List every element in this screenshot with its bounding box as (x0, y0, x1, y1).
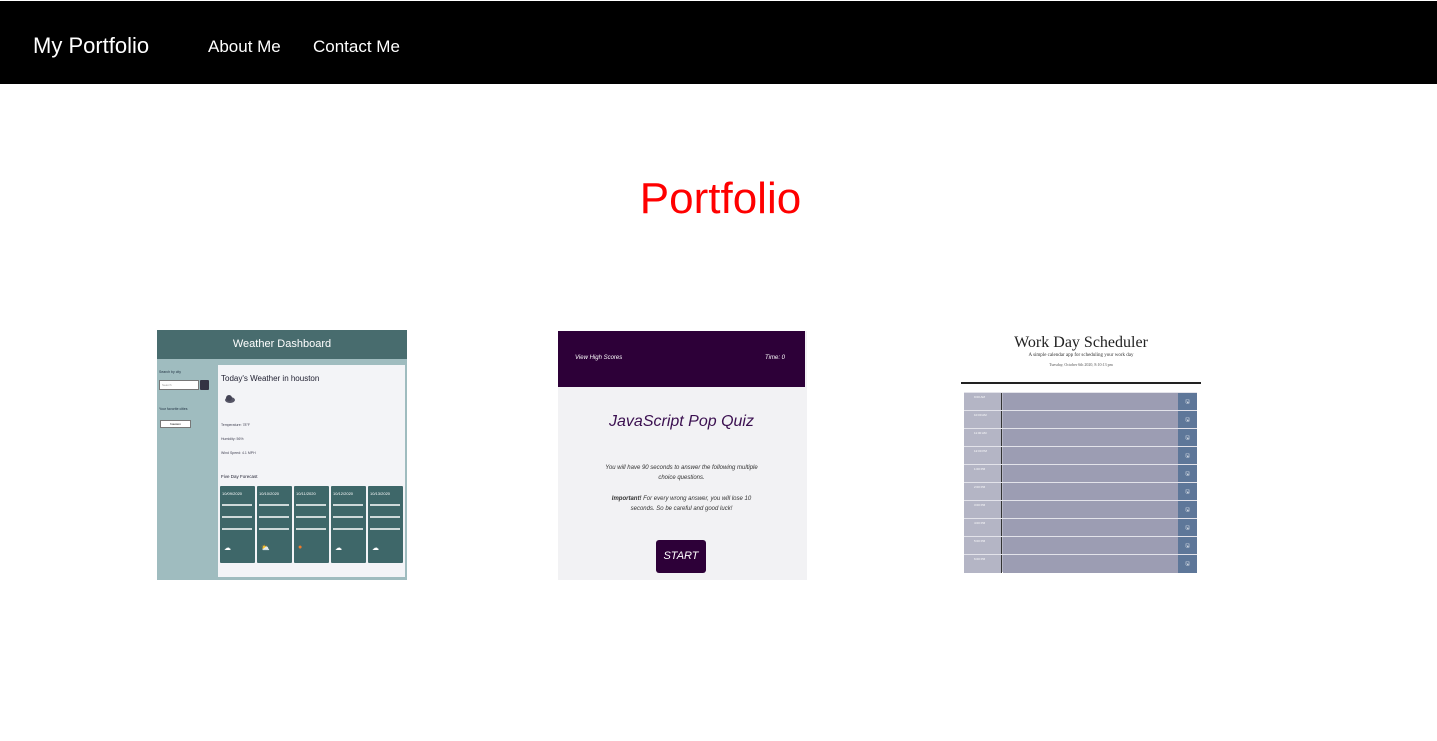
forecast-card: 10/11/2020 ● (294, 486, 329, 563)
page-title: Portfolio (639, 174, 802, 223)
quiz-warning-label: Important! (611, 496, 642, 502)
weather-main-title: Today's Weather in houston (221, 374, 320, 383)
description-field (1003, 555, 1178, 573)
forecast-date: 10/09/2020 (222, 491, 243, 496)
forecast-card: 10/09/2020 ☁ (220, 486, 255, 563)
scheduler-date: Tuesday, October 6th 2020, 8:10:13 pm (1049, 362, 1113, 367)
description-field (1003, 519, 1178, 537)
save-icon: 🖫 (1178, 393, 1197, 411)
description-field (1003, 483, 1178, 501)
weather-forecast-row: 10/09/2020 ☁ 10/10/2020 ⛅ 10/11/2020 ● 1… (220, 486, 403, 563)
weather-favorites-label: Your favorite cities (159, 407, 188, 411)
forecast-date: 10/12/2020 (333, 491, 354, 496)
forecast-card: 10/13/2020 ☁ (368, 486, 403, 563)
project-card-weather-dashboard[interactable]: Weather Dashboard Search by city Search … (157, 330, 407, 580)
time-block: 3:00 PM 🖫 (964, 500, 1197, 519)
forecast-card: 10/10/2020 ⛅ (257, 486, 292, 563)
scheduler-subtitle: A simple calendar app for scheduling you… (1028, 353, 1134, 358)
time-block: 6:00 PM 🖫 (964, 554, 1197, 573)
scheduler-divider (961, 382, 1201, 384)
weather-icon: ☁ (224, 545, 231, 552)
weather-header: Weather Dashboard (157, 330, 407, 359)
weather-icon: ● (298, 544, 303, 551)
nav-contact-me[interactable]: Contact Me (313, 37, 400, 57)
hour-label: 1:00 PM (964, 465, 1002, 483)
hour-label: 9:00 AM (964, 393, 1002, 411)
quiz-title: JavaScript Pop Quiz (609, 413, 754, 430)
quiz-header: View High Scores Time: 0 (558, 331, 805, 387)
save-icon: 🖫 (1178, 483, 1197, 501)
scheduler-grid: 9:00 AM 🖫 10:00 AM 🖫 11:00 AM 🖫 12:00 PM 🖫 1… (964, 392, 1197, 573)
hour-label: 12:00 PM (964, 447, 1002, 465)
quiz-timer: Time: 0 (765, 355, 785, 361)
save-icon: 🖫 (1178, 411, 1197, 429)
quiz-warning-text: For every wrong answer, you will lose 10… (630, 496, 752, 512)
project-card-js-quiz[interactable]: View High Scores Time: 0 JavaScript Pop … (558, 331, 807, 580)
forecast-date: 10/13/2020 (370, 491, 391, 496)
save-icon: 🖫 (1178, 501, 1197, 519)
hour-label: 2:00 PM (964, 483, 1002, 501)
weather-wind: Wind Speed: 4.1 MPH (221, 451, 256, 455)
time-block: 1:00 PM 🖫 (964, 464, 1197, 483)
navbar: My Portfolio About Me Contact Me (0, 1, 1437, 84)
weather-search-icon (200, 380, 209, 390)
save-icon: 🖫 (1178, 555, 1197, 573)
time-block: 4:00 PM 🖫 (964, 518, 1197, 537)
quiz-warning: Important! For every wrong answer, you w… (603, 494, 760, 514)
scheduler-title: Work Day Scheduler (1014, 334, 1148, 351)
description-field (1003, 501, 1178, 519)
hour-label: 4:00 PM (964, 519, 1002, 537)
forecast-card: 10/12/2020 ☁ (331, 486, 366, 563)
description-field (1003, 537, 1178, 555)
time-block: 11:00 AM 🖫 (964, 428, 1197, 447)
weather-search-input: Search (159, 380, 199, 390)
save-icon: 🖫 (1178, 465, 1197, 483)
time-block: 5:00 PM 🖫 (964, 536, 1197, 555)
description-field (1003, 411, 1178, 429)
brand-link[interactable]: My Portfolio (33, 33, 149, 59)
weather-search-label: Search by city (159, 370, 181, 374)
nav-about-me[interactable]: About Me (208, 37, 281, 57)
forecast-date: 10/10/2020 (259, 491, 280, 496)
time-block: 10:00 AM 🖫 (964, 410, 1197, 429)
description-field (1003, 465, 1178, 483)
hour-label: 3:00 PM (964, 501, 1002, 519)
quiz-instructions: You will have 90 seconds to answer the f… (605, 465, 758, 481)
weather-humidity: Humidity: 56% (221, 437, 244, 441)
weather-icon: ⛅ (261, 545, 270, 552)
description-field (1003, 393, 1178, 411)
hour-label: 5:00 PM (964, 537, 1002, 555)
cloud-icon (225, 395, 235, 403)
save-icon: 🖫 (1178, 519, 1197, 537)
time-block: 9:00 AM 🖫 (964, 392, 1197, 411)
forecast-date: 10/11/2020 (296, 491, 316, 496)
hour-label: 11:00 AM (964, 429, 1002, 447)
quiz-high-scores: View High Scores (575, 355, 623, 361)
weather-icon: ☁ (372, 545, 379, 552)
hour-label: 10:00 AM (964, 411, 1002, 429)
time-block: 12:00 PM 🖫 (964, 446, 1197, 465)
time-block: 2:00 PM 🖫 (964, 482, 1197, 501)
project-card-work-day-scheduler[interactable]: Work Day Scheduler A simple calendar app… (961, 330, 1201, 575)
save-icon: 🖫 (1178, 447, 1197, 465)
weather-main-panel: Today's Weather in houston Temperature: … (218, 365, 405, 577)
save-icon: 🖫 (1178, 429, 1197, 447)
hour-label: 6:00 PM (964, 555, 1002, 573)
weather-temperature: Temperature: 78°F (221, 423, 251, 427)
weather-history-item: houston (160, 420, 191, 428)
weather-icon: ☁ (335, 545, 342, 552)
quiz-start-button: START (656, 540, 706, 573)
save-icon: 🖫 (1178, 537, 1197, 555)
description-field (1003, 447, 1178, 465)
weather-forecast-title: Five Day Forecast (221, 474, 258, 479)
description-field (1003, 429, 1178, 447)
